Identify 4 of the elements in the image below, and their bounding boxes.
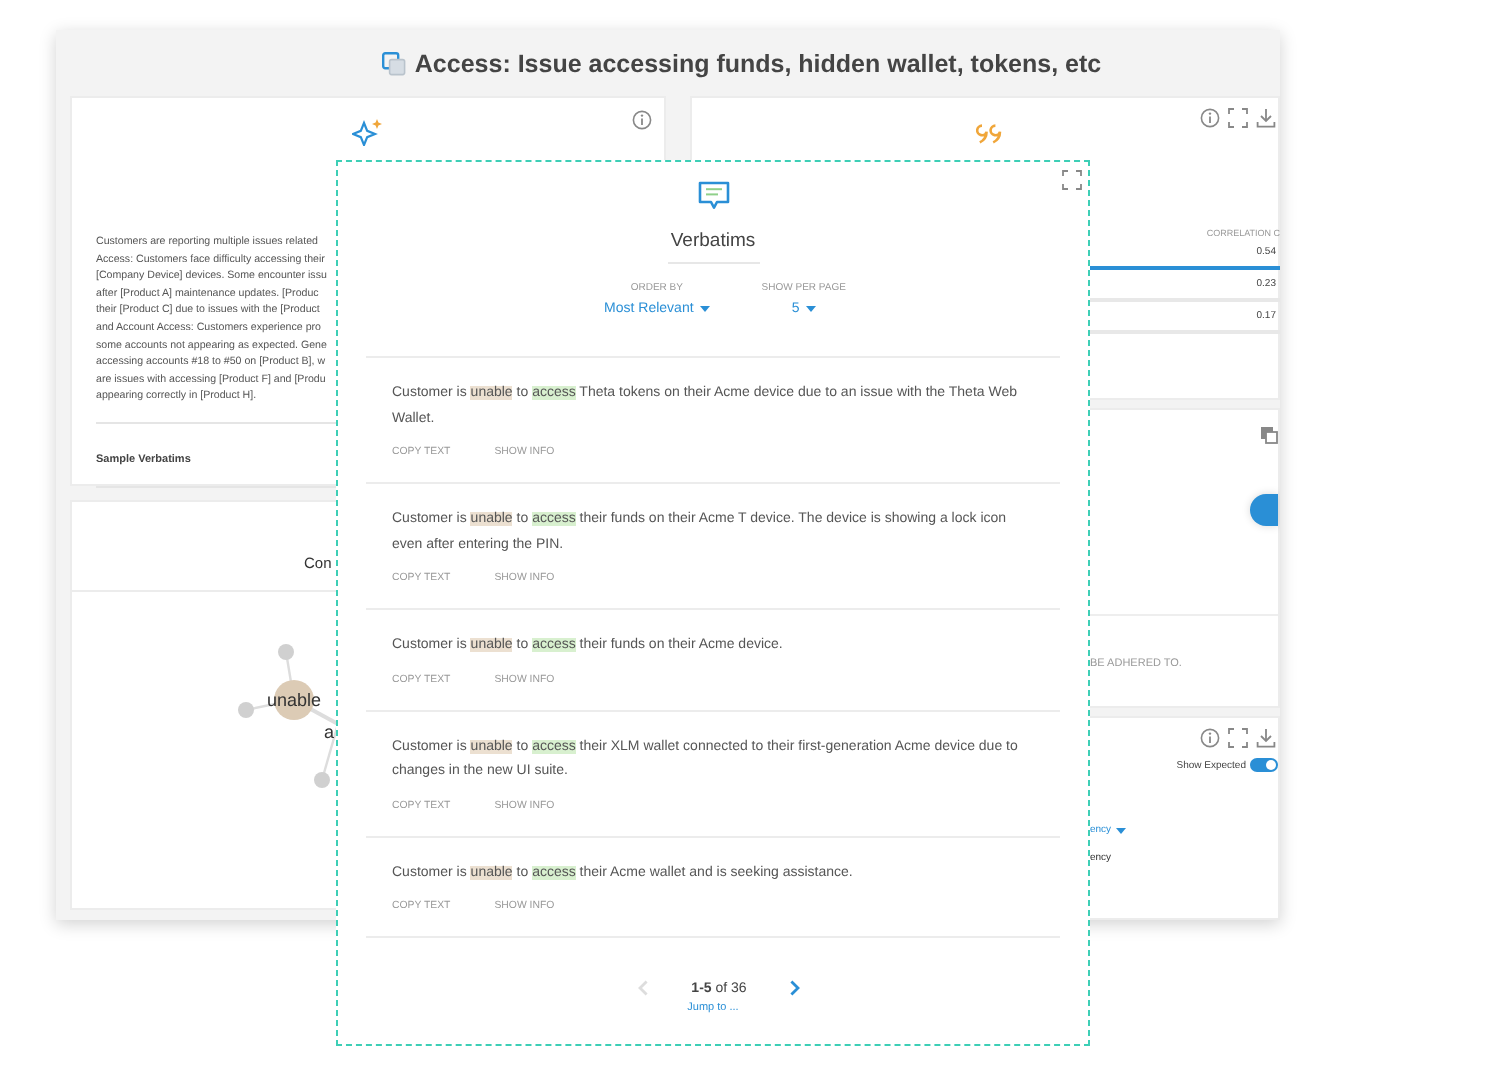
node-label: a [324, 722, 335, 742]
window-title: Access: Issue accessing funds, hidden wallet, tokens, etc [414, 49, 1102, 77]
node-label: unable [266, 690, 322, 710]
panel-title: Verbatims [667, 230, 759, 264]
